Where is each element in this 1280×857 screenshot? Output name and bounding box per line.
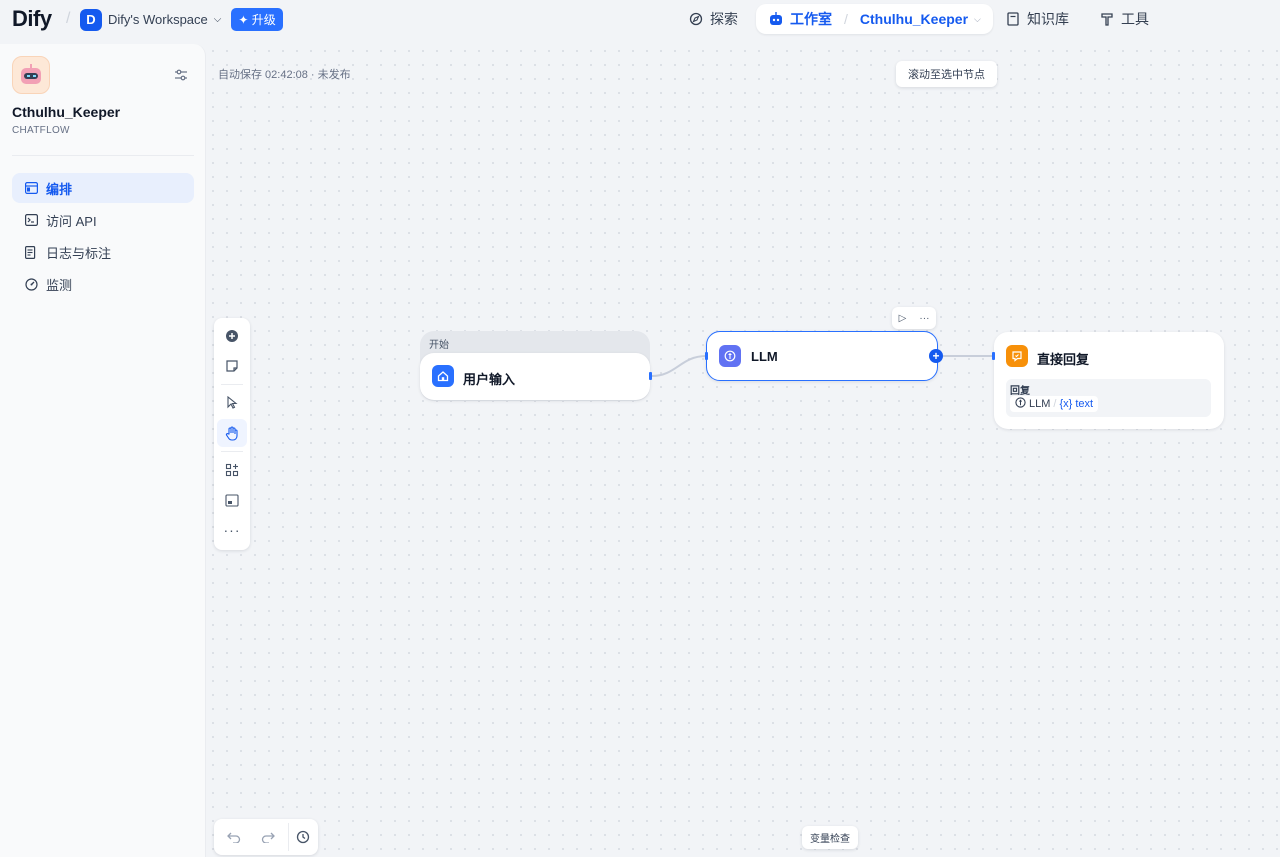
nav-studio[interactable]: 工作室 / Cthulhu_Keeper ⌵ [756, 4, 993, 34]
answer-node-title: 直接回复 [1037, 352, 1090, 367]
answer-node[interactable]: 直接回复 回复 LLM / {x} text [992, 332, 1224, 429]
sidebar-item-orchestrate[interactable]: 编排 [12, 173, 194, 203]
nav-explore-label: 探索 [710, 11, 738, 27]
current-app-name[interactable]: Cthulhu_Keeper [860, 11, 968, 27]
layout-icon [24, 181, 38, 195]
terminal-icon [24, 213, 38, 227]
ellipsis-icon[interactable]: ··· [919, 313, 929, 324]
dashboard-icon [24, 277, 38, 291]
app-type: CHATFLOW [12, 125, 70, 136]
variable-icon: {x} [1059, 398, 1073, 410]
variable-node-name: LLM [1029, 398, 1051, 410]
app-sidebar: Cthulhu_Keeper CHATFLOW 编排 访问 API 日志与标注 [0, 44, 206, 857]
nav-tools-label: 工具 [1121, 11, 1149, 27]
nav-knowledge[interactable]: 知识库 [1005, 4, 1069, 34]
sidebar-menu: 编排 访问 API 日志与标注 监测 [12, 173, 194, 301]
input-handle[interactable] [705, 352, 708, 360]
undo-icon [227, 832, 241, 843]
sidebar-item-logs[interactable]: 日志与标注 [12, 237, 194, 267]
variable-separator: / [1053, 398, 1057, 410]
divider [12, 155, 194, 156]
upgrade-button[interactable]: ✦ 升级 [231, 8, 283, 31]
dify-logo[interactable]: Dify [12, 6, 52, 32]
breadcrumb-separator: / [844, 11, 848, 27]
nav-studio-label: 工作室 [790, 11, 832, 27]
version-history-button[interactable] [288, 823, 316, 851]
history-controls [214, 819, 318, 855]
redo-button[interactable] [254, 823, 282, 851]
workflow-canvas[interactable]: 自动保存 02:42:08 · 未发布 滚动至选中节点 ··· 开始 用户输入 … [206, 44, 1280, 857]
home-icon [432, 365, 454, 387]
sidebar-item-label: 日志与标注 [46, 245, 112, 261]
robot-avatar-icon [19, 64, 43, 86]
variable-inspect-button[interactable]: 变量检查 [802, 826, 858, 849]
output-handle[interactable] [649, 372, 652, 380]
answer-field-label: 回复 [1010, 386, 1030, 397]
top-bar: Dify / D Dify's Workspace ⌵ ✦ 升级 探索 工作室 … [0, 0, 1280, 38]
sidebar-item-label: 访问 API [46, 213, 97, 229]
settings-sliders-icon[interactable] [174, 68, 188, 85]
add-next-node-button[interactable]: + [929, 349, 943, 363]
llm-icon [719, 345, 741, 367]
workspace-avatar: D [80, 8, 102, 31]
start-node-title: 用户输入 [463, 372, 516, 387]
redo-icon [261, 832, 275, 843]
sidebar-item-label: 监测 [46, 277, 73, 293]
nav-tools[interactable]: 工具 [1099, 4, 1149, 34]
connection-lines [651, 355, 992, 377]
app-name: Cthulhu_Keeper [12, 104, 121, 120]
app-icon [12, 56, 50, 94]
chevron-down-icon[interactable]: ⌵ [974, 14, 981, 25]
workspace-switcher[interactable]: D Dify's Workspace ⌵ ✦ 升级 [80, 8, 283, 31]
node-actions: ▷ ··· [892, 307, 936, 329]
chevron-down-icon: ⌵ [213, 14, 222, 25]
llm-icon [1015, 397, 1026, 411]
variable-name: text [1075, 398, 1094, 410]
llm-node-title: LLM [751, 349, 778, 364]
answer-field: 回复 LLM / {x} text [1006, 379, 1211, 417]
book-icon [1005, 11, 1021, 27]
file-list-icon [24, 245, 38, 259]
history-icon [296, 830, 309, 844]
run-node-icon[interactable]: ▷ [899, 313, 907, 324]
nav-knowledge-label: 知识库 [1027, 11, 1069, 27]
robot-icon [768, 11, 784, 27]
sidebar-item-api[interactable]: 访问 API [12, 205, 194, 235]
hammer-icon [1099, 11, 1115, 27]
reply-icon [1006, 345, 1028, 367]
variable-reference[interactable]: LLM / {x} text [1010, 396, 1099, 412]
nav-explore[interactable]: 探索 [688, 4, 738, 34]
input-handle[interactable] [992, 352, 995, 360]
compass-icon [688, 11, 704, 27]
undo-button[interactable] [220, 823, 248, 851]
sidebar-item-label: 编排 [46, 181, 73, 197]
workspace-name: Dify's Workspace [108, 12, 208, 27]
breadcrumb-separator: / [66, 10, 71, 27]
start-group-label: 开始 [429, 340, 449, 351]
start-node[interactable]: 用户输入 [420, 353, 652, 400]
llm-node[interactable]: LLM [705, 331, 938, 381]
upgrade-label: 升级 [251, 13, 276, 27]
sidebar-item-monitoring[interactable]: 监测 [12, 269, 194, 299]
